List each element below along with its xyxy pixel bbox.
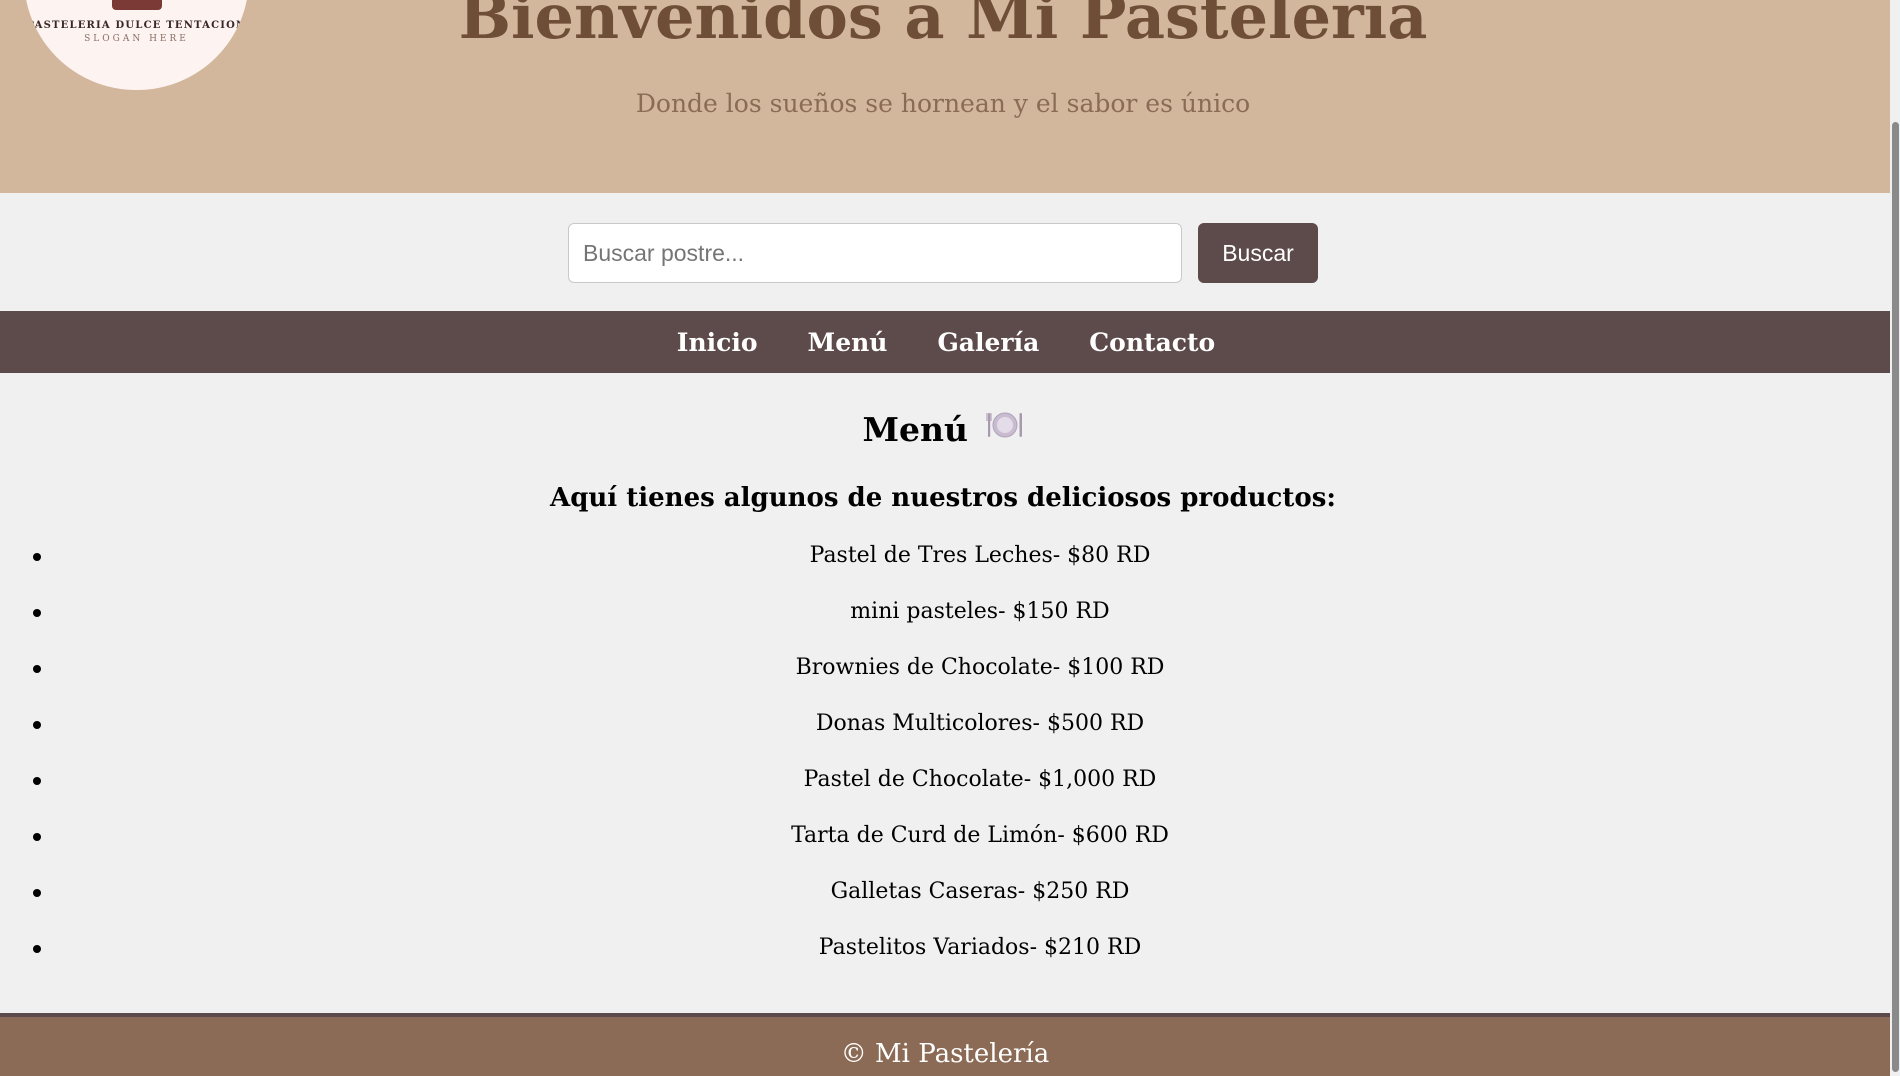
product-item: Donas Multicolores- $500 RD — [0, 706, 1890, 762]
menu-heading-text: Menú — [862, 410, 968, 449]
product-item: Pastel de Tres Leches- $80 RD — [0, 538, 1890, 594]
search-button[interactable]: Buscar — [1198, 223, 1318, 283]
footer-copyright: © Mi Pastelería — [840, 1039, 1050, 1069]
nav-link-inicio[interactable]: Inicio — [675, 328, 758, 357]
site-footer: © Mi Pastelería — [0, 1013, 1890, 1076]
product-item: Pastel de Chocolate- $1,000 RD — [0, 762, 1890, 818]
product-item-text: mini pasteles- $150 RD — [850, 599, 1110, 624]
product-item: Tarta de Curd de Limón- $600 RD — [0, 818, 1890, 874]
vertical-scrollbar[interactable] — [1890, 0, 1900, 1076]
nav-link-galeria[interactable]: Galería — [935, 328, 1039, 357]
product-item-text: Galletas Caseras- $250 RD — [830, 879, 1130, 904]
plate-with-cutlery-icon — [986, 404, 1024, 454]
product-item: Pastelitos Variados- $210 RD — [0, 930, 1890, 986]
nav-link-contacto[interactable]: Contacto — [1087, 328, 1215, 357]
product-item-text: Tarta de Curd de Limón- $600 RD — [791, 823, 1169, 848]
product-item: Brownies de Chocolate- $100 RD — [0, 650, 1890, 706]
site-header: PASTELERIA DULCE TENTACION SLOGAN HERE B… — [0, 0, 1890, 193]
main-nav: Inicio Menú Galería Contacto — [0, 311, 1890, 373]
product-item-text: Donas Multicolores- $500 RD — [815, 711, 1145, 736]
product-item: Galletas Caseras- $250 RD — [0, 874, 1890, 930]
product-item-text: Pastel de Chocolate- $1,000 RD — [803, 767, 1157, 792]
product-item: mini pasteles- $150 RD — [0, 594, 1890, 650]
products-intro: Aquí tienes algunos de nuestros delicios… — [550, 483, 1336, 513]
product-item-text: Pastel de Tres Leches- $80 RD — [809, 543, 1151, 568]
scrollbar-thumb[interactable] — [1892, 122, 1899, 1072]
product-item-text: Pastelitos Variados- $210 RD — [818, 935, 1142, 960]
product-item-text: Brownies de Chocolate- $100 RD — [795, 655, 1165, 680]
page-subtitle: Donde los sueños se hornean y el sabor e… — [635, 89, 1251, 118]
search-input[interactable] — [568, 223, 1182, 283]
menu-heading: Menú — [0, 405, 1886, 457]
page: PASTELERIA DULCE TENTACION SLOGAN HERE B… — [0, 0, 1900, 1076]
page-title: Bienvenidos a Mi Pastelería — [458, 0, 1428, 53]
nav-link-menu[interactable]: Menú — [806, 328, 888, 357]
product-list: Pastel de Tres Leches- $80 RD mini paste… — [0, 538, 1890, 986]
